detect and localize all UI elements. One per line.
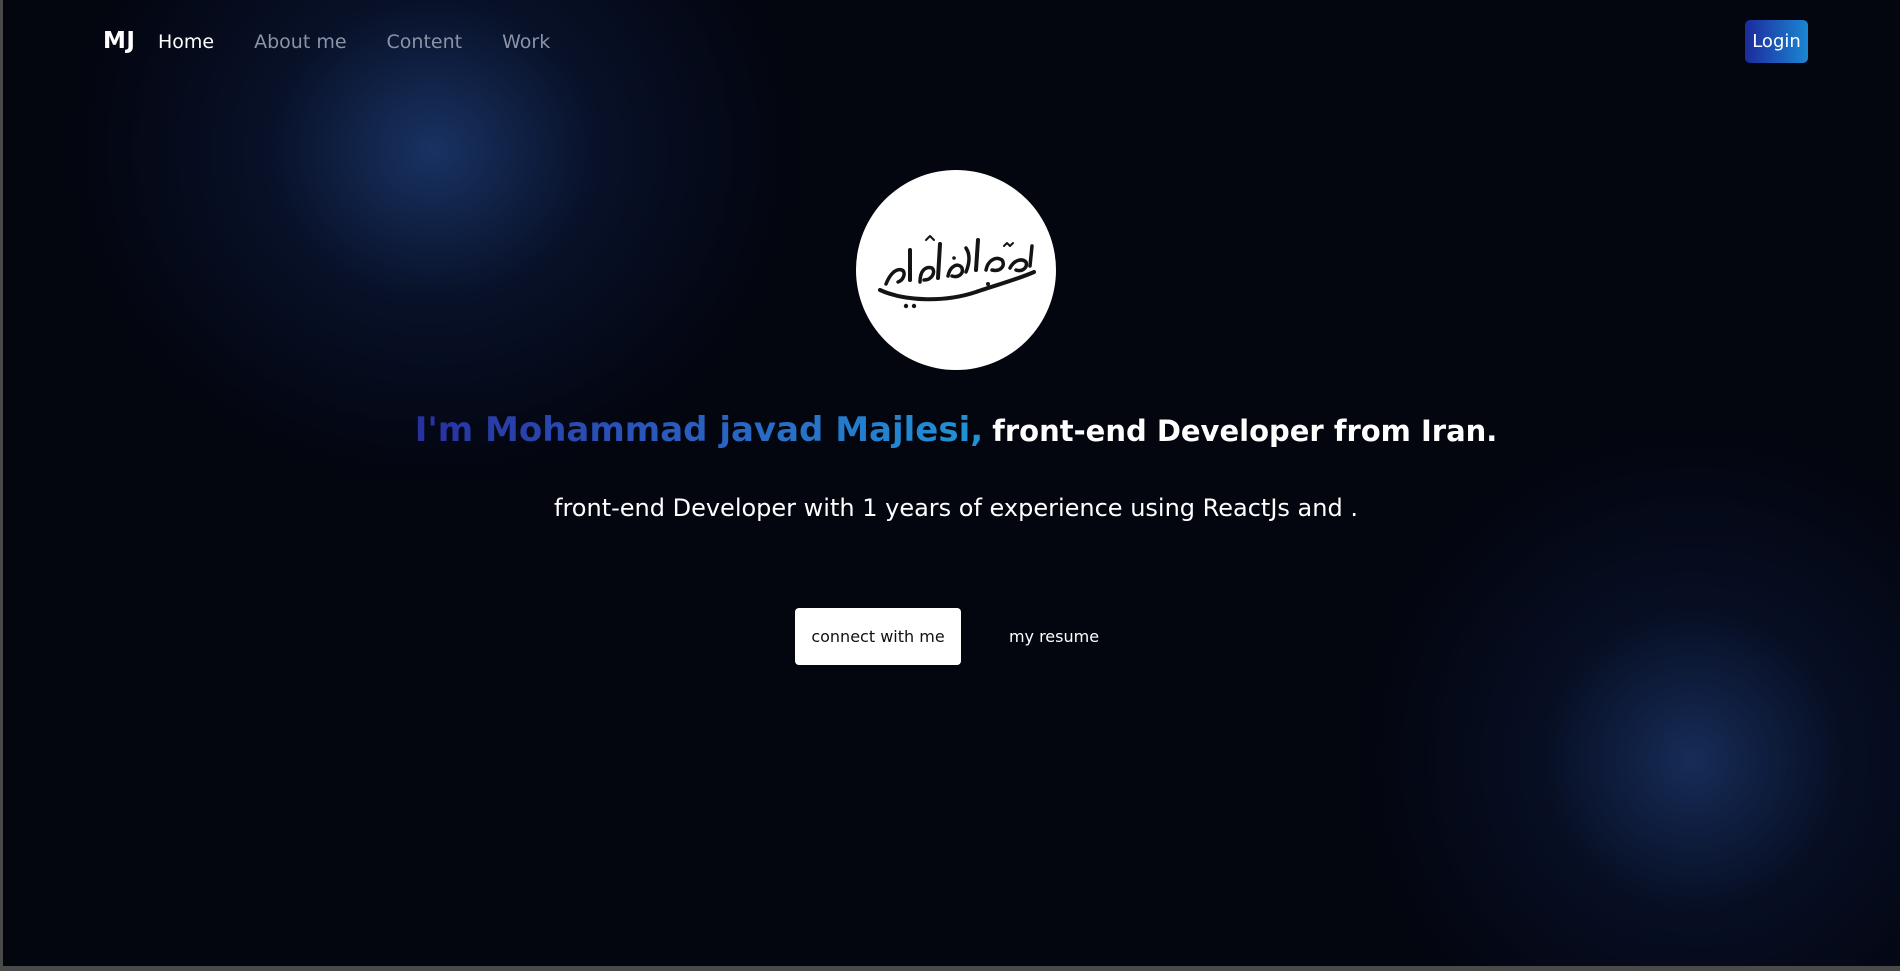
main-nav: Home About me Content Work — [158, 31, 550, 53]
nav-link-content[interactable]: Content — [387, 31, 463, 53]
nav-link-home[interactable]: Home — [158, 31, 214, 53]
calligraphy-signature-logo — [878, 235, 1036, 309]
page-viewport: MJ Home About me Content Work Login I'm … — [3, 0, 1900, 966]
login-button[interactable]: Login — [1745, 20, 1808, 63]
site-logo[interactable]: MJ — [103, 28, 135, 54]
resume-button[interactable]: my resume — [993, 608, 1115, 665]
hero-headline: I'm Mohammad javad Majlesi, front-end De… — [3, 410, 1900, 450]
avatar — [856, 170, 1056, 370]
hero-subtitle: front-end Developer with 1 years of expe… — [554, 494, 1358, 522]
nav-link-work[interactable]: Work — [502, 31, 550, 53]
hero-name: I'm Mohammad javad Majlesi, — [414, 410, 984, 450]
hero-role: front-end Developer from Iran. — [992, 414, 1498, 448]
connect-button[interactable]: connect with me — [795, 608, 961, 665]
nav-link-about-me[interactable]: About me — [254, 31, 346, 53]
